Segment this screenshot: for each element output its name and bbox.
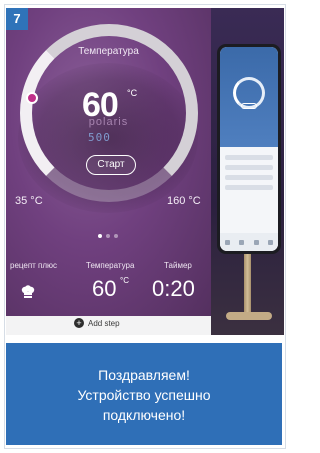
smartphone [217, 44, 281, 254]
plus-icon: + [74, 318, 84, 328]
add-step-label: Add step [88, 318, 120, 328]
bottom-temp-unit: °C [120, 276, 129, 285]
caption-line: подключено! [102, 407, 186, 423]
range-max-label: 160 °C [167, 195, 201, 207]
caption-line: Устройство успешно [77, 387, 211, 403]
page-dot[interactable] [114, 234, 118, 238]
phone-screen [220, 47, 278, 251]
step-number-badge: 7 [6, 8, 28, 30]
phone-stand [244, 254, 251, 316]
dial-handle[interactable] [26, 92, 38, 104]
phone-stand-base [226, 312, 272, 320]
temperature-unit: °C [127, 88, 138, 98]
recipe-label: рецепт плюс [10, 261, 58, 270]
phone-list [225, 155, 273, 195]
nav-icon [253, 239, 259, 245]
page-dot[interactable] [98, 234, 102, 238]
nav-icon [224, 239, 230, 245]
cooker-app-screen: Температура 60 °C polaris 500 Старт 35 °… [6, 8, 211, 316]
start-button[interactable]: Старт [86, 155, 136, 175]
cooker-display: 500 [88, 131, 111, 144]
caption-line: Поздравляем! [98, 367, 190, 383]
add-step-button[interactable]: + Add step [74, 318, 120, 328]
page-dot[interactable] [106, 234, 110, 238]
range-min-label: 35 °C [15, 195, 43, 207]
page-indicator[interactable] [98, 234, 118, 238]
timer-value[interactable]: 0:20 [152, 276, 195, 302]
bottom-temp-value[interactable]: 60 [92, 276, 116, 302]
step-photo: Температура 60 °C polaris 500 Старт 35 °… [6, 8, 284, 335]
nav-icon [268, 239, 274, 245]
nav-icon [239, 239, 245, 245]
phone-start-button [241, 103, 257, 109]
phone-nav-bar [220, 233, 278, 251]
temperature-label: Температура [78, 46, 139, 57]
brand-logo: polaris [88, 116, 129, 128]
chef-hat-icon[interactable] [20, 284, 36, 300]
timer-label: Таймер [164, 261, 192, 270]
bottom-temp-label: Температура [86, 261, 135, 270]
success-caption: Поздравляем! Устройство успешно подключе… [6, 343, 282, 445]
